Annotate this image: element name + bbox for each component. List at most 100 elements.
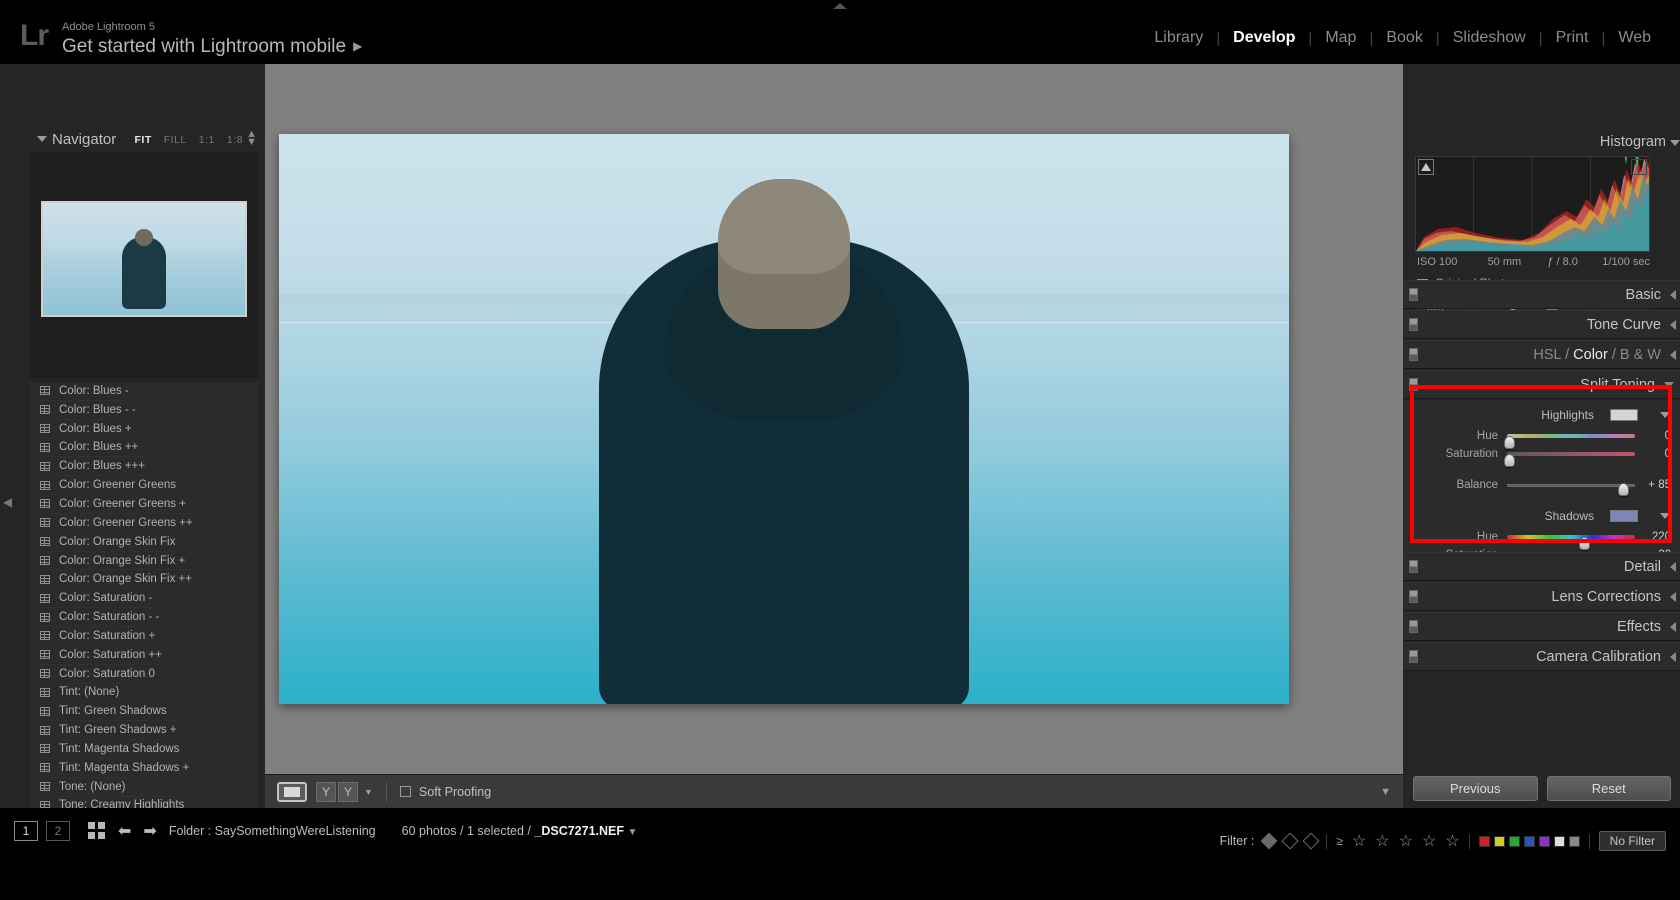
basic-switch-icon[interactable] <box>1409 288 1418 301</box>
highlights-popup-triangle-icon[interactable] <box>1660 412 1670 418</box>
preset-item[interactable]: Color: Blues + <box>30 420 258 439</box>
preset-item[interactable]: Color: Orange Skin Fix ++ <box>30 570 258 590</box>
photo-preview[interactable] <box>279 134 1289 704</box>
section-lens-corrections[interactable]: Lens Corrections <box>1403 582 1680 611</box>
preset-item[interactable]: Color: Orange Skin Fix + <box>30 552 258 571</box>
shadow-clipping-indicator-icon[interactable] <box>1418 159 1434 175</box>
toolbar-expand-caret-icon[interactable]: ▼ <box>1380 786 1391 798</box>
page-indicator-2[interactable]: 2 <box>46 821 70 841</box>
highlights-saturation-knob[interactable] <box>1503 454 1515 467</box>
identity-plate[interactable]: Adobe Lightroom 5 Get started with Light… <box>62 21 362 59</box>
navigate-back-arrow-icon[interactable]: ⬅ <box>118 821 131 841</box>
highlights-hue-value[interactable]: 0 <box>1665 430 1671 442</box>
preset-item[interactable]: Color: Greener Greens + <box>30 495 258 514</box>
module-library[interactable]: Library <box>1141 29 1216 47</box>
section-basic[interactable]: Basic <box>1403 280 1680 309</box>
preset-item[interactable]: Color: Orange Skin Fix <box>30 533 258 552</box>
color-label-swatch[interactable] <box>1523 835 1535 847</box>
preset-item[interactable]: Color: Blues - - <box>30 401 258 420</box>
histogram-graph[interactable] <box>1415 156 1650 252</box>
filename-dropdown-caret-icon[interactable]: ▼ <box>627 827 637 838</box>
star-rating-1-icon[interactable]: ☆ <box>1352 831 1366 851</box>
zoom-1to1[interactable]: 1:1 <box>199 134 215 146</box>
preset-item[interactable]: Color: Saturation ++ <box>30 646 258 665</box>
grid-view-icon[interactable] <box>88 822 106 840</box>
color-label-swatch[interactable] <box>1478 835 1490 847</box>
split-toning-switch-icon[interactable] <box>1409 378 1418 391</box>
no-filter-dropdown[interactable]: No Filter <box>1598 831 1666 851</box>
tone-curve-switch-icon[interactable] <box>1409 318 1418 331</box>
view-options-caret-icon[interactable]: ▼ <box>364 787 373 797</box>
balance-track[interactable] <box>1507 483 1635 496</box>
module-map[interactable]: Map <box>1312 29 1369 47</box>
preset-item[interactable]: Color: Saturation + <box>30 627 258 646</box>
color-label-swatch[interactable] <box>1568 835 1580 847</box>
star-rating-5-icon[interactable]: ☆ <box>1445 831 1459 851</box>
color-label-swatch[interactable] <box>1538 835 1550 847</box>
highlights-saturation-track[interactable] <box>1503 452 1635 467</box>
zoom-1to8[interactable]: 1:8 <box>227 134 243 146</box>
preset-item[interactable]: Tint: Magenta Shadows + <box>30 759 258 778</box>
lens-corrections-disclosure-triangle-icon[interactable] <box>1670 591 1676 602</box>
section-split-toning[interactable]: Split Toning <box>1403 370 1680 399</box>
hsl-switch-icon[interactable] <box>1409 348 1418 361</box>
previous-button[interactable]: Previous <box>1413 776 1538 801</box>
balance-value[interactable]: + 85 <box>1648 479 1671 491</box>
navigate-forward-arrow-icon[interactable]: ➡ <box>143 821 156 841</box>
star-rating-2-icon[interactable]: ☆ <box>1375 831 1389 851</box>
zoom-fit[interactable]: FIT <box>135 134 152 146</box>
preset-item[interactable]: Color: Greener Greens <box>30 476 258 496</box>
star-rating-4-icon[interactable]: ☆ <box>1422 831 1436 851</box>
highlights-saturation-value[interactable]: 0 <box>1665 448 1671 460</box>
reset-button[interactable]: Reset <box>1546 776 1671 801</box>
histogram-disclosure-triangle-icon[interactable] <box>1670 140 1680 146</box>
section-detail[interactable]: Detail <box>1403 552 1680 581</box>
shadows-hue-value[interactable]: 220 <box>1652 531 1671 543</box>
color-tab[interactable]: Color <box>1573 347 1608 363</box>
module-develop[interactable]: Develop <box>1220 29 1308 47</box>
page-indicator-1[interactable]: 1 <box>14 821 38 841</box>
preset-item[interactable]: Color: Blues +++ <box>30 457 258 477</box>
zoom-fill[interactable]: FILL <box>164 134 187 146</box>
zoom-stepper-icon[interactable]: ▲ ▼ <box>246 129 257 148</box>
detail-switch-icon[interactable] <box>1409 560 1418 573</box>
preset-item[interactable]: Color: Saturation 0 <box>30 665 258 684</box>
navigator-disclosure-triangle-icon[interactable] <box>37 136 47 142</box>
preset-item[interactable]: Color: Blues ++ <box>30 439 258 458</box>
preset-item[interactable]: Tone: (None) <box>30 778 258 797</box>
preset-item[interactable]: Tint: Green Shadows + <box>30 721 258 741</box>
color-label-swatch[interactable] <box>1508 835 1520 847</box>
section-hsl-color-bw[interactable]: HSL / Color / B & W <box>1403 340 1680 369</box>
tone-curve-disclosure-triangle-icon[interactable] <box>1670 319 1676 330</box>
camera-calibration-disclosure-triangle-icon[interactable] <box>1670 651 1676 662</box>
preset-item[interactable]: Color: Blues - <box>30 382 258 401</box>
split-toning-disclosure-triangle-icon[interactable] <box>1664 381 1674 388</box>
module-print[interactable]: Print <box>1543 29 1602 47</box>
balance-knob[interactable] <box>1617 483 1629 496</box>
section-tone-curve[interactable]: Tone Curve <box>1403 310 1680 339</box>
preset-item[interactable]: Tint: (None) <box>30 684 258 703</box>
flag-rejected-icon[interactable] <box>1302 832 1320 850</box>
effects-switch-icon[interactable] <box>1409 620 1418 633</box>
highlights-color-swatch[interactable] <box>1610 409 1638 421</box>
section-camera-calibration[interactable]: Camera Calibration <box>1403 642 1680 671</box>
camera-calibration-switch-icon[interactable] <box>1409 650 1418 663</box>
color-label-swatch[interactable] <box>1493 835 1505 847</box>
flag-unflagged-icon[interactable] <box>1281 832 1299 850</box>
rating-comparison-icon[interactable]: ≥ <box>1336 834 1343 848</box>
folder-path-label[interactable]: Folder : SaySomethingWereListening <box>169 824 376 838</box>
navigator-preview[interactable] <box>30 152 258 378</box>
preset-item[interactable]: Color: Saturation - - <box>30 608 258 627</box>
shadows-popup-triangle-icon[interactable] <box>1660 513 1670 519</box>
presets-list[interactable]: Color: Blues - Color: Blues - - Color: Blu… <box>30 382 258 830</box>
effects-disclosure-triangle-icon[interactable] <box>1670 621 1676 632</box>
top-panel-toggle-caret[interactable] <box>833 3 847 9</box>
detail-disclosure-triangle-icon[interactable] <box>1670 561 1676 572</box>
module-slideshow[interactable]: Slideshow <box>1440 29 1539 47</box>
basic-disclosure-triangle-icon[interactable] <box>1670 289 1676 300</box>
soft-proofing-checkbox[interactable] <box>399 786 411 797</box>
section-effects[interactable]: Effects <box>1403 612 1680 641</box>
module-web[interactable]: Web <box>1605 29 1664 47</box>
shadows-color-swatch[interactable] <box>1610 510 1638 522</box>
color-label-swatch[interactable] <box>1553 835 1565 847</box>
